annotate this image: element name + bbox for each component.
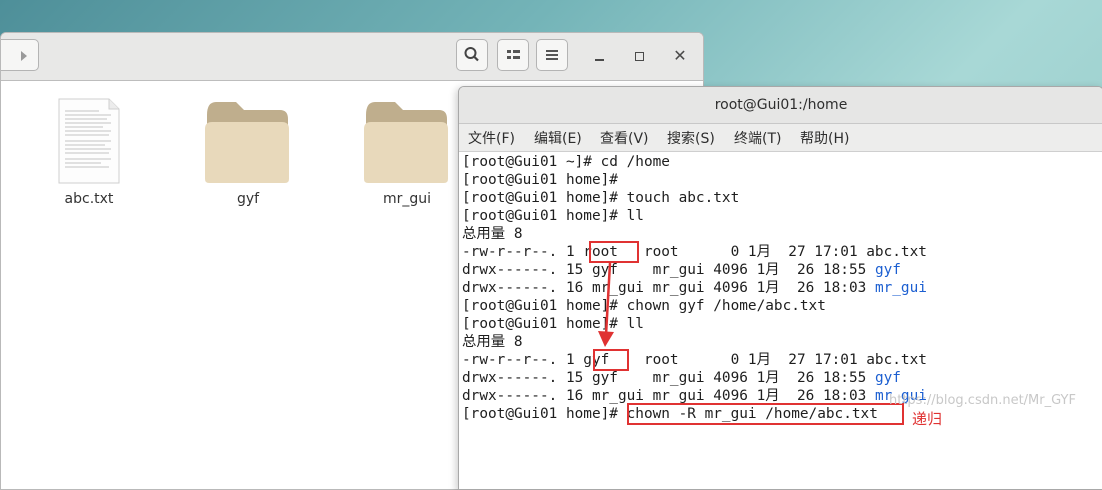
view-toggle-button[interactable] <box>497 39 529 71</box>
close-icon: ✕ <box>673 46 687 65</box>
arrow-down-icon <box>598 262 614 347</box>
menu-help[interactable]: 帮助(H) <box>800 128 849 148</box>
terminal-titlebar[interactable]: root@Gui01:/home <box>459 87 1102 124</box>
text-file-icon <box>58 98 120 184</box>
menu-view[interactable]: 查看(V) <box>600 128 649 148</box>
list-view-icon <box>507 50 520 59</box>
folder-label: mr_gui <box>382 191 432 207</box>
terminal-window: root@Gui01:/home 文件(F) 编辑(E) 查看(V) 搜索(S)… <box>458 86 1102 490</box>
file-manager-header: ✕ <box>1 33 703 81</box>
chevron-right-icon <box>21 51 27 61</box>
minimize-button[interactable] <box>590 46 610 66</box>
menu-button[interactable] <box>536 39 568 71</box>
folder-icon <box>205 102 289 183</box>
hamburger-icon <box>546 50 558 60</box>
folder-item[interactable]: mr_gui <box>347 97 467 217</box>
menu-edit[interactable]: 编辑(E) <box>534 128 582 148</box>
watermark: https://blog.csdn.net/Mr_GYF <box>889 393 1076 408</box>
menu-terminal[interactable]: 终端(T) <box>734 128 781 148</box>
window-title: root@Gui01:/home <box>714 97 848 113</box>
annotation-label: 递归 <box>912 410 943 428</box>
folder-label: gyf <box>236 191 260 207</box>
file-item[interactable]: abc.txt <box>29 97 149 217</box>
folder-icon <box>364 102 448 183</box>
folder-item[interactable]: gyf <box>188 97 308 217</box>
search-icon <box>464 47 479 62</box>
menu-file[interactable]: 文件(F) <box>468 128 515 148</box>
terminal-menubar: 文件(F) 编辑(E) 查看(V) 搜索(S) 终端(T) 帮助(H) <box>459 124 1102 152</box>
close-button[interactable]: ✕ <box>670 46 690 66</box>
terminal-output[interactable]: [root@Gui01 ~]# cd /home [root@Gui01 hom… <box>462 153 1102 483</box>
menu-search[interactable]: 搜索(S) <box>667 128 715 148</box>
forward-button[interactable] <box>1 39 39 71</box>
search-button[interactable] <box>456 39 488 71</box>
file-label: abc.txt <box>64 191 114 207</box>
maximize-button[interactable] <box>630 46 650 66</box>
